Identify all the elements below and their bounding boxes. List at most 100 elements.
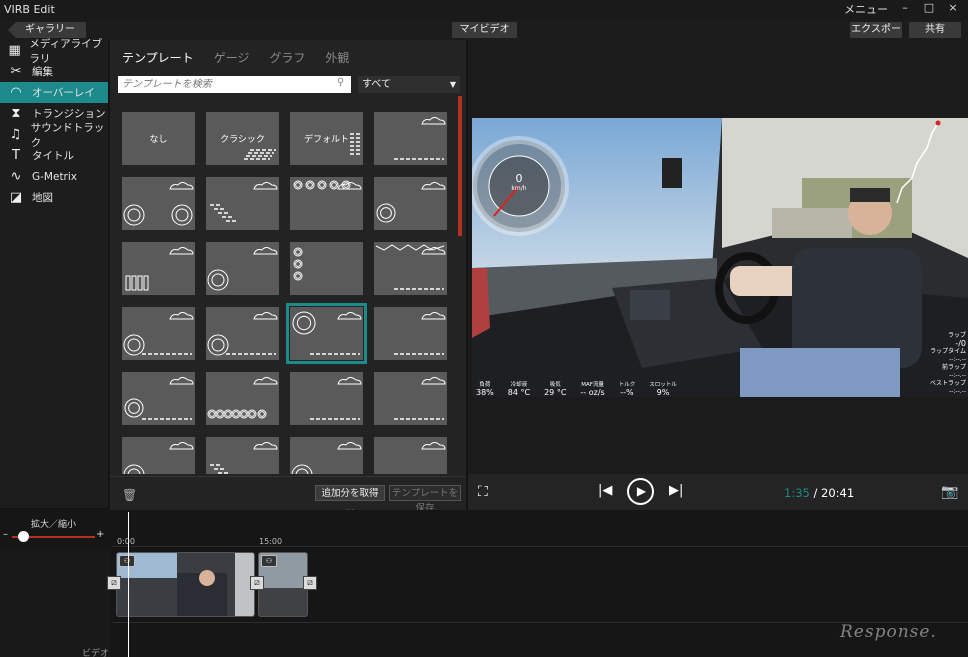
template-tile[interactable] <box>374 437 447 474</box>
next-frame-icon[interactable]: ▶| <box>669 483 683 498</box>
window-controls: メニュー – □ × <box>844 1 960 17</box>
overlay-stat-value: 84 °C <box>507 388 531 397</box>
template-tile[interactable]: クラシック <box>206 112 279 165</box>
time-display: 1:35 / 20:41 <box>784 486 854 500</box>
template-tile[interactable] <box>206 177 279 230</box>
video-clip[interactable]: ⚇ <box>116 552 255 617</box>
play-icon[interactable]: ▶ <box>627 478 654 505</box>
speed-readout: 0 km/h <box>511 172 527 192</box>
overlay-stat: スロットル 9% <box>649 380 677 397</box>
transition-icon[interactable]: ⧄ <box>250 576 264 590</box>
template-tile[interactable] <box>374 372 447 425</box>
template-preview <box>421 442 446 450</box>
template-tile[interactable] <box>122 307 195 360</box>
previous-frame-icon[interactable]: |◀ <box>598 483 612 498</box>
template-preview <box>207 312 278 356</box>
overlay-stat-label: トルク <box>618 382 636 388</box>
template-tile[interactable] <box>286 303 367 364</box>
template-tabs: テンプレート ゲージ グラフ 外観 <box>122 49 349 66</box>
template-tile[interactable]: デフォルト <box>290 112 363 165</box>
template-tile[interactable]: なし <box>122 112 195 165</box>
overlay-stat: 冷却液 84 °C <box>508 380 530 397</box>
sidebar-item[interactable]: ◠ オーバーレイ <box>0 82 108 103</box>
get-more-button[interactable]: 追加分を取得 ... <box>315 485 385 514</box>
gmetrix-icon: ∿ <box>10 169 22 184</box>
transition-icon[interactable]: ⧄ <box>303 576 317 590</box>
zoom-in-icon[interactable]: + <box>96 529 104 540</box>
template-tile[interactable] <box>374 177 447 230</box>
template-preview <box>293 180 362 190</box>
maximize-icon[interactable]: □ <box>922 1 936 17</box>
duration: 20:41 <box>821 486 855 500</box>
template-tab[interactable]: テンプレート <box>122 49 194 66</box>
track-divider <box>112 546 968 547</box>
overlay-stat: 吸気 29 °C <box>544 380 566 397</box>
gauge-icon: ◠ <box>10 85 22 100</box>
video-clip[interactable]: ⚇ <box>258 552 308 617</box>
transition-icon[interactable]: ⧄ <box>107 576 121 590</box>
template-tile[interactable] <box>206 437 279 474</box>
template-tile[interactable] <box>122 242 195 295</box>
template-tile[interactable] <box>206 242 279 295</box>
template-tile[interactable] <box>290 437 363 474</box>
timeline-ruler[interactable]: 0:00 15:00 <box>112 512 968 546</box>
template-tab[interactable]: ゲージ <box>214 49 250 66</box>
title-icon: T <box>12 148 20 163</box>
template-tile[interactable] <box>374 242 447 295</box>
zoom-label: 拡大／縮小 <box>31 520 77 530</box>
overlay-stat-value: -- oz/s <box>580 388 605 397</box>
overlay-stat-label: スロットル <box>649 382 677 388</box>
minimize-icon[interactable]: – <box>898 1 912 17</box>
sidebar-item-label: 編集 <box>32 66 53 78</box>
template-tab[interactable]: 外観 <box>325 49 349 66</box>
template-preview <box>207 247 278 291</box>
template-search-input[interactable] <box>118 76 351 93</box>
template-tile[interactable] <box>122 177 195 230</box>
playhead[interactable] <box>128 512 129 657</box>
template-tile[interactable] <box>290 177 363 230</box>
template-preview <box>125 247 194 291</box>
time-separator: / <box>809 486 822 500</box>
template-tile[interactable] <box>290 372 363 425</box>
save-template-button[interactable]: テンプレートを保存 <box>389 485 461 514</box>
my-video-button[interactable]: マイビデオ <box>452 22 517 38</box>
template-tile[interactable] <box>206 372 279 425</box>
camera-icon[interactable]: 📷 <box>941 484 958 500</box>
zoom-slider-handle[interactable] <box>18 531 30 542</box>
template-tab[interactable]: グラフ <box>269 49 305 66</box>
menu-button[interactable]: メニュー <box>844 1 888 17</box>
overlay-stat-value: --% <box>620 388 634 397</box>
sidebar-item-label: 地図 <box>32 192 53 204</box>
template-tile[interactable] <box>206 307 279 360</box>
template-tile[interactable] <box>374 112 447 165</box>
sidebar-item[interactable]: ∿ G-Metrix <box>0 166 108 187</box>
sidebar-item[interactable]: ◪ 地図 <box>0 187 108 208</box>
transition-icon: ⧗ <box>11 106 21 121</box>
template-preview <box>394 377 446 420</box>
fullscreen-icon[interactable]: ⛶ <box>478 484 488 500</box>
sidebar-item[interactable]: ▦ メディアライブラリ <box>0 38 108 65</box>
close-icon[interactable]: × <box>946 1 960 17</box>
share-button[interactable]: 共有 <box>909 22 961 38</box>
clip-thumbnail <box>117 553 254 616</box>
template-filter-select[interactable]: すべて ▼ <box>358 76 460 93</box>
template-tile[interactable] <box>122 372 195 425</box>
template-label: なし <box>149 135 168 145</box>
search-icon[interactable]: ⚲ <box>337 77 349 91</box>
sidebar-item[interactable]: ♫ サウンドトラック <box>0 122 108 149</box>
player-controls: ⛶ |◀ ▶ ▶| 1:35 / 20:41 📷 <box>468 474 968 510</box>
template-panel: テンプレート ゲージ グラフ 外観 ⚲ すべて ▼ なし クラシック デフォルト 🗑 追加… <box>110 40 466 514</box>
template-scrollbar[interactable] <box>458 96 462 236</box>
template-tile[interactable] <box>122 437 195 474</box>
overlay-stat-label: 負荷 <box>479 382 491 388</box>
overlay-stat-value: 29 °C <box>544 388 567 397</box>
current-time: 1:35 <box>784 486 810 500</box>
zoom-out-icon[interactable]: – <box>3 529 8 540</box>
template-tile[interactable] <box>290 242 363 295</box>
overlay-stat-value: 38% <box>476 388 494 397</box>
video-preview[interactable]: 0 km/h ラップ -/0 ラップタイム --:--.-- 前ラップ --:-… <box>472 118 968 397</box>
trash-icon[interactable]: 🗑 <box>122 488 137 502</box>
template-preview <box>123 442 194 474</box>
template-tile[interactable] <box>374 307 447 360</box>
export-button[interactable]: エクスポート <box>850 22 902 51</box>
